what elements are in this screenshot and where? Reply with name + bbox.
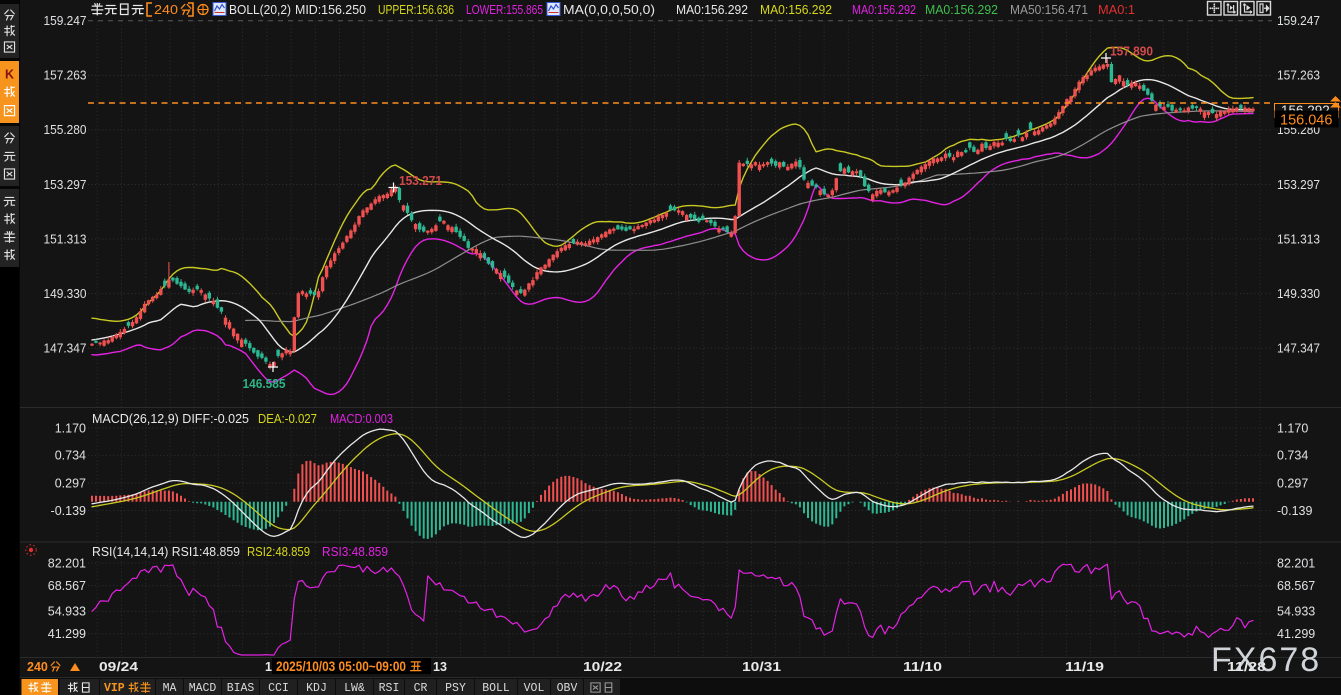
svg-text:DEA:-0.027: DEA:-0.027 [258, 411, 317, 426]
svg-text:68.567: 68.567 [48, 579, 86, 593]
svg-text:LOWER:155.865: LOWER:155.865 [466, 2, 543, 17]
svg-text:156.046: 156.046 [1280, 113, 1332, 129]
svg-text:MACD(26,12,9) DIFF:-0.025: MACD(26,12,9) DIFF:-0.025 [92, 411, 249, 426]
svg-text:54.933: 54.933 [1277, 605, 1315, 619]
svg-text:RSI: RSI [379, 682, 400, 695]
svg-text:MA: MA [163, 682, 177, 695]
svg-text:UPPER:156.636: UPPER:156.636 [378, 2, 454, 17]
svg-text:82.201: 82.201 [48, 556, 86, 570]
svg-text:KDJ: KDJ [306, 682, 327, 695]
svg-text:11/19: 11/19 [1065, 660, 1104, 674]
svg-text:0.734: 0.734 [55, 449, 86, 463]
svg-text:RSI(14,14,14) RSI1:48.859: RSI(14,14,14) RSI1:48.859 [92, 544, 240, 559]
svg-text:RSI3:48.859: RSI3:48.859 [322, 544, 388, 559]
svg-text:PSY: PSY [445, 682, 466, 695]
svg-text:MACD:0.003: MACD:0.003 [330, 411, 393, 426]
svg-text:BOLL(20,2): BOLL(20,2) [229, 2, 291, 17]
svg-text:BIAS: BIAS [227, 682, 255, 695]
svg-text:68.567: 68.567 [1277, 579, 1315, 593]
svg-text:CR: CR [414, 682, 428, 695]
svg-text:-0.139: -0.139 [1277, 504, 1312, 518]
svg-text:K: K [5, 67, 14, 81]
svg-text:10/22: 10/22 [583, 660, 622, 674]
svg-text:41.299: 41.299 [48, 627, 86, 641]
svg-text:09/24: 09/24 [99, 660, 138, 674]
svg-text:159.247: 159.247 [44, 14, 87, 28]
svg-text:OBV: OBV [557, 682, 578, 695]
svg-text:MA(0,0,0,50,0): MA(0,0,0,50,0) [563, 2, 655, 17]
svg-text:155.280: 155.280 [44, 123, 87, 137]
svg-text:157.263: 157.263 [1277, 69, 1320, 83]
svg-text:13: 13 [433, 660, 447, 674]
svg-text:149.330: 149.330 [44, 287, 87, 301]
svg-text:240: 240 [154, 2, 178, 17]
svg-text:151.313: 151.313 [1277, 232, 1320, 246]
svg-text:1.170: 1.170 [55, 421, 86, 435]
svg-text:0.297: 0.297 [55, 476, 86, 490]
svg-text:240: 240 [27, 660, 48, 674]
svg-text:157.263: 157.263 [44, 69, 87, 83]
svg-text:82.201: 82.201 [1277, 556, 1315, 570]
svg-text:147.347: 147.347 [44, 341, 87, 355]
svg-text:10/31: 10/31 [742, 660, 781, 674]
svg-text:159.247: 159.247 [1277, 14, 1320, 28]
svg-text:151.313: 151.313 [44, 232, 87, 246]
svg-text:1: 1 [265, 660, 272, 674]
svg-text:MACD: MACD [189, 682, 217, 695]
svg-text:149.330: 149.330 [1277, 287, 1320, 301]
svg-text:MA0:156.292: MA0:156.292 [925, 2, 998, 17]
svg-text:2025/10/03 05:00~09:00: 2025/10/03 05:00~09:00 [276, 659, 406, 674]
svg-text:153.297: 153.297 [44, 178, 87, 192]
svg-text:0.297: 0.297 [1277, 476, 1308, 490]
svg-text:MA0:1: MA0:1 [1098, 2, 1135, 17]
svg-text:MA0:156.292: MA0:156.292 [760, 2, 832, 17]
svg-text:153.271: 153.271 [399, 173, 442, 188]
svg-text:0.734: 0.734 [1277, 449, 1308, 463]
svg-text:-0.139: -0.139 [51, 504, 86, 518]
svg-text:MA50:156.471: MA50:156.471 [1010, 2, 1088, 17]
svg-text:157.890: 157.890 [1110, 44, 1153, 59]
svg-text:LW&: LW& [344, 682, 365, 695]
svg-text:VOL: VOL [524, 682, 545, 695]
svg-text:BOLL: BOLL [482, 682, 510, 695]
svg-text:CCI: CCI [268, 682, 289, 695]
svg-text:11/10: 11/10 [903, 660, 942, 674]
svg-text:54.933: 54.933 [48, 605, 86, 619]
svg-text:146.585: 146.585 [243, 376, 286, 391]
svg-text:41.299: 41.299 [1277, 627, 1315, 641]
svg-text:MA0:156.292: MA0:156.292 [852, 2, 916, 17]
svg-text:MID:156.250: MID:156.250 [295, 2, 366, 17]
svg-text:MA0:156.292: MA0:156.292 [676, 2, 748, 17]
svg-text:VIP: VIP [104, 682, 125, 695]
svg-text:FX678: FX678 [1211, 641, 1321, 679]
svg-text:1.170: 1.170 [1277, 421, 1308, 435]
svg-text:RSI2:48.859: RSI2:48.859 [247, 544, 310, 559]
svg-text:147.347: 147.347 [1277, 341, 1320, 355]
svg-text:153.297: 153.297 [1277, 178, 1320, 192]
